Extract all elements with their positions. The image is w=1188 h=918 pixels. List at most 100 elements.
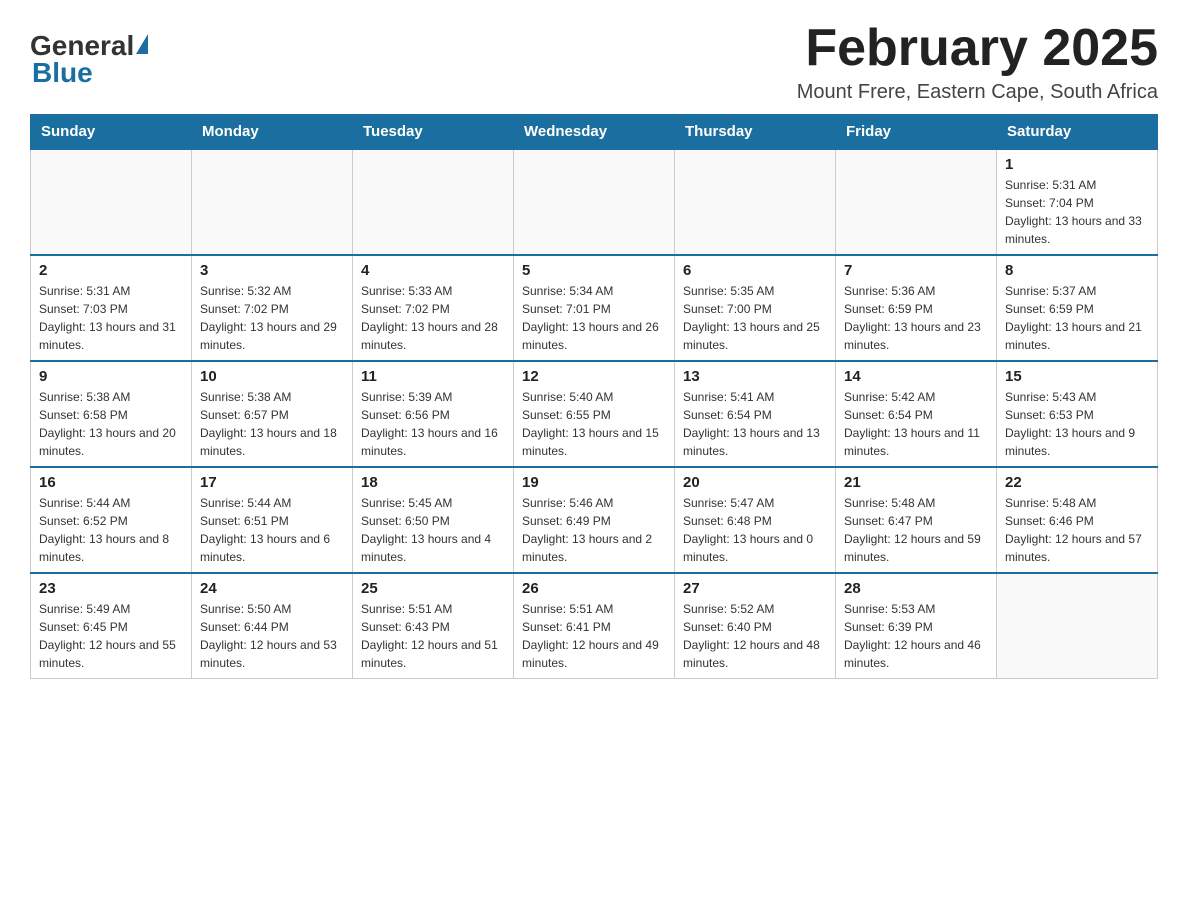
day-number: 14 bbox=[844, 368, 988, 385]
day-info: Sunrise: 5:31 AMSunset: 7:04 PMDaylight:… bbox=[1005, 178, 1142, 246]
calendar-body: 1 Sunrise: 5:31 AMSunset: 7:04 PMDaylight… bbox=[31, 149, 1158, 679]
header-day-sunday: Sunday bbox=[31, 115, 192, 150]
day-info: Sunrise: 5:46 AMSunset: 6:49 PMDaylight:… bbox=[522, 496, 652, 564]
day-number: 21 bbox=[844, 474, 988, 491]
calendar-cell: 13Sunrise: 5:41 AMSunset: 6:54 PMDayligh… bbox=[675, 361, 836, 467]
calendar-cell: 12 Sunrise: 5:40 AMSunset: 6:55 PMDayligh… bbox=[514, 361, 675, 467]
calendar-cell: 20Sunrise: 5:47 AMSunset: 6:48 PMDayligh… bbox=[675, 467, 836, 573]
calendar-cell: 2Sunrise: 5:31 AMSunset: 7:03 PMDaylight… bbox=[31, 255, 192, 361]
calendar-cell: 7 Sunrise: 5:36 AMSunset: 6:59 PMDaylight… bbox=[836, 255, 997, 361]
calendar-cell: 9 Sunrise: 5:38 AMSunset: 6:58 PMDaylight… bbox=[31, 361, 192, 467]
main-title: February 2025 bbox=[797, 20, 1158, 77]
day-info: Sunrise: 5:35 AMSunset: 7:00 PMDaylight:… bbox=[683, 284, 820, 352]
calendar-cell: 10 Sunrise: 5:38 AMSunset: 6:57 PMDayligh… bbox=[192, 361, 353, 467]
day-info: Sunrise: 5:37 AMSunset: 6:59 PMDaylight:… bbox=[1005, 284, 1142, 352]
day-number: 12 bbox=[522, 368, 666, 385]
day-info: Sunrise: 5:38 AMSunset: 6:58 PMDaylight:… bbox=[39, 390, 176, 458]
day-number: 6 bbox=[683, 262, 827, 279]
calendar-table: SundayMondayTuesdayWednesdayThursdayFrid… bbox=[30, 114, 1158, 679]
day-number: 22 bbox=[1005, 474, 1149, 491]
calendar-cell: 27 Sunrise: 5:52 AMSunset: 6:40 PMDayligh… bbox=[675, 573, 836, 679]
day-number: 4 bbox=[361, 262, 505, 279]
day-number: 7 bbox=[844, 262, 988, 279]
page-header: General Blue February 2025 Mount Frere, … bbox=[30, 20, 1158, 104]
day-number: 16 bbox=[39, 474, 183, 491]
day-number: 27 bbox=[683, 580, 827, 597]
header-day-monday: Monday bbox=[192, 115, 353, 150]
calendar-cell bbox=[836, 149, 997, 255]
calendar-cell: 19 Sunrise: 5:46 AMSunset: 6:49 PMDayligh… bbox=[514, 467, 675, 573]
calendar-cell: 6 Sunrise: 5:35 AMSunset: 7:00 PMDaylight… bbox=[675, 255, 836, 361]
calendar-cell: 28 Sunrise: 5:53 AMSunset: 6:39 PMDayligh… bbox=[836, 573, 997, 679]
day-number: 5 bbox=[522, 262, 666, 279]
calendar-cell: 16 Sunrise: 5:44 AMSunset: 6:52 PMDayligh… bbox=[31, 467, 192, 573]
day-info: Sunrise: 5:52 AMSunset: 6:40 PMDaylight:… bbox=[683, 602, 820, 670]
day-number: 25 bbox=[361, 580, 505, 597]
subtitle: Mount Frere, Eastern Cape, South Africa bbox=[797, 81, 1158, 104]
calendar-cell: 25 Sunrise: 5:51 AMSunset: 6:43 PMDayligh… bbox=[353, 573, 514, 679]
calendar-cell: 3 Sunrise: 5:32 AMSunset: 7:02 PMDaylight… bbox=[192, 255, 353, 361]
calendar-cell: 8Sunrise: 5:37 AMSunset: 6:59 PMDaylight… bbox=[997, 255, 1158, 361]
day-info: Sunrise: 5:40 AMSunset: 6:55 PMDaylight:… bbox=[522, 390, 659, 458]
day-info: Sunrise: 5:44 AMSunset: 6:51 PMDaylight:… bbox=[200, 496, 330, 564]
calendar-week-1: 1 Sunrise: 5:31 AMSunset: 7:04 PMDaylight… bbox=[31, 149, 1158, 255]
day-number: 18 bbox=[361, 474, 505, 491]
day-info: Sunrise: 5:43 AMSunset: 6:53 PMDaylight:… bbox=[1005, 390, 1135, 458]
day-info: Sunrise: 5:44 AMSunset: 6:52 PMDaylight:… bbox=[39, 496, 169, 564]
day-number: 19 bbox=[522, 474, 666, 491]
calendar-cell: 18 Sunrise: 5:45 AMSunset: 6:50 PMDayligh… bbox=[353, 467, 514, 573]
calendar-cell: 5Sunrise: 5:34 AMSunset: 7:01 PMDaylight… bbox=[514, 255, 675, 361]
day-info: Sunrise: 5:36 AMSunset: 6:59 PMDaylight:… bbox=[844, 284, 981, 352]
day-number: 23 bbox=[39, 580, 183, 597]
calendar-cell: 24 Sunrise: 5:50 AMSunset: 6:44 PMDayligh… bbox=[192, 573, 353, 679]
calendar-cell: 15Sunrise: 5:43 AMSunset: 6:53 PMDayligh… bbox=[997, 361, 1158, 467]
day-info: Sunrise: 5:51 AMSunset: 6:41 PMDaylight:… bbox=[522, 602, 659, 670]
calendar-cell: 1 Sunrise: 5:31 AMSunset: 7:04 PMDaylight… bbox=[997, 149, 1158, 255]
calendar-cell: 14 Sunrise: 5:42 AMSunset: 6:54 PMDayligh… bbox=[836, 361, 997, 467]
day-info: Sunrise: 5:50 AMSunset: 6:44 PMDaylight:… bbox=[200, 602, 337, 670]
day-info: Sunrise: 5:38 AMSunset: 6:57 PMDaylight:… bbox=[200, 390, 337, 458]
day-number: 1 bbox=[1005, 156, 1149, 173]
calendar-header: SundayMondayTuesdayWednesdayThursdayFrid… bbox=[31, 115, 1158, 150]
header-row: SundayMondayTuesdayWednesdayThursdayFrid… bbox=[31, 115, 1158, 150]
day-info: Sunrise: 5:31 AMSunset: 7:03 PMDaylight:… bbox=[39, 284, 176, 352]
calendar-cell bbox=[675, 149, 836, 255]
day-number: 17 bbox=[200, 474, 344, 491]
calendar-week-4: 16 Sunrise: 5:44 AMSunset: 6:52 PMDayligh… bbox=[31, 467, 1158, 573]
calendar-cell: 22 Sunrise: 5:48 AMSunset: 6:46 PMDayligh… bbox=[997, 467, 1158, 573]
day-number: 9 bbox=[39, 368, 183, 385]
day-number: 24 bbox=[200, 580, 344, 597]
day-info: Sunrise: 5:32 AMSunset: 7:02 PMDaylight:… bbox=[200, 284, 337, 352]
day-info: Sunrise: 5:48 AMSunset: 6:46 PMDaylight:… bbox=[1005, 496, 1142, 564]
calendar-cell: 17 Sunrise: 5:44 AMSunset: 6:51 PMDayligh… bbox=[192, 467, 353, 573]
header-day-saturday: Saturday bbox=[997, 115, 1158, 150]
day-number: 11 bbox=[361, 368, 505, 385]
calendar-cell: 26 Sunrise: 5:51 AMSunset: 6:41 PMDayligh… bbox=[514, 573, 675, 679]
day-info: Sunrise: 5:51 AMSunset: 6:43 PMDaylight:… bbox=[361, 602, 498, 670]
day-info: Sunrise: 5:42 AMSunset: 6:54 PMDaylight:… bbox=[844, 390, 980, 458]
calendar-cell bbox=[997, 573, 1158, 679]
header-day-thursday: Thursday bbox=[675, 115, 836, 150]
calendar-cell bbox=[192, 149, 353, 255]
day-number: 3 bbox=[200, 262, 344, 279]
calendar-cell: 4Sunrise: 5:33 AMSunset: 7:02 PMDaylight… bbox=[353, 255, 514, 361]
title-section: February 2025 Mount Frere, Eastern Cape,… bbox=[797, 20, 1158, 104]
day-number: 13 bbox=[683, 368, 827, 385]
day-number: 26 bbox=[522, 580, 666, 597]
logo-triangle-icon bbox=[136, 34, 148, 54]
calendar-cell: 23 Sunrise: 5:49 AMSunset: 6:45 PMDayligh… bbox=[31, 573, 192, 679]
day-info: Sunrise: 5:45 AMSunset: 6:50 PMDaylight:… bbox=[361, 496, 491, 564]
day-number: 28 bbox=[844, 580, 988, 597]
day-info: Sunrise: 5:53 AMSunset: 6:39 PMDaylight:… bbox=[844, 602, 981, 670]
day-number: 10 bbox=[200, 368, 344, 385]
day-info: Sunrise: 5:47 AMSunset: 6:48 PMDaylight:… bbox=[683, 496, 813, 564]
calendar-cell: 21Sunrise: 5:48 AMSunset: 6:47 PMDayligh… bbox=[836, 467, 997, 573]
calendar-week-5: 23 Sunrise: 5:49 AMSunset: 6:45 PMDayligh… bbox=[31, 573, 1158, 679]
calendar-week-3: 9 Sunrise: 5:38 AMSunset: 6:58 PMDaylight… bbox=[31, 361, 1158, 467]
calendar-cell: 11Sunrise: 5:39 AMSunset: 6:56 PMDayligh… bbox=[353, 361, 514, 467]
day-info: Sunrise: 5:49 AMSunset: 6:45 PMDaylight:… bbox=[39, 602, 176, 670]
header-day-wednesday: Wednesday bbox=[514, 115, 675, 150]
calendar-week-2: 2Sunrise: 5:31 AMSunset: 7:03 PMDaylight… bbox=[31, 255, 1158, 361]
calendar-cell bbox=[31, 149, 192, 255]
logo: General Blue bbox=[30, 20, 148, 89]
